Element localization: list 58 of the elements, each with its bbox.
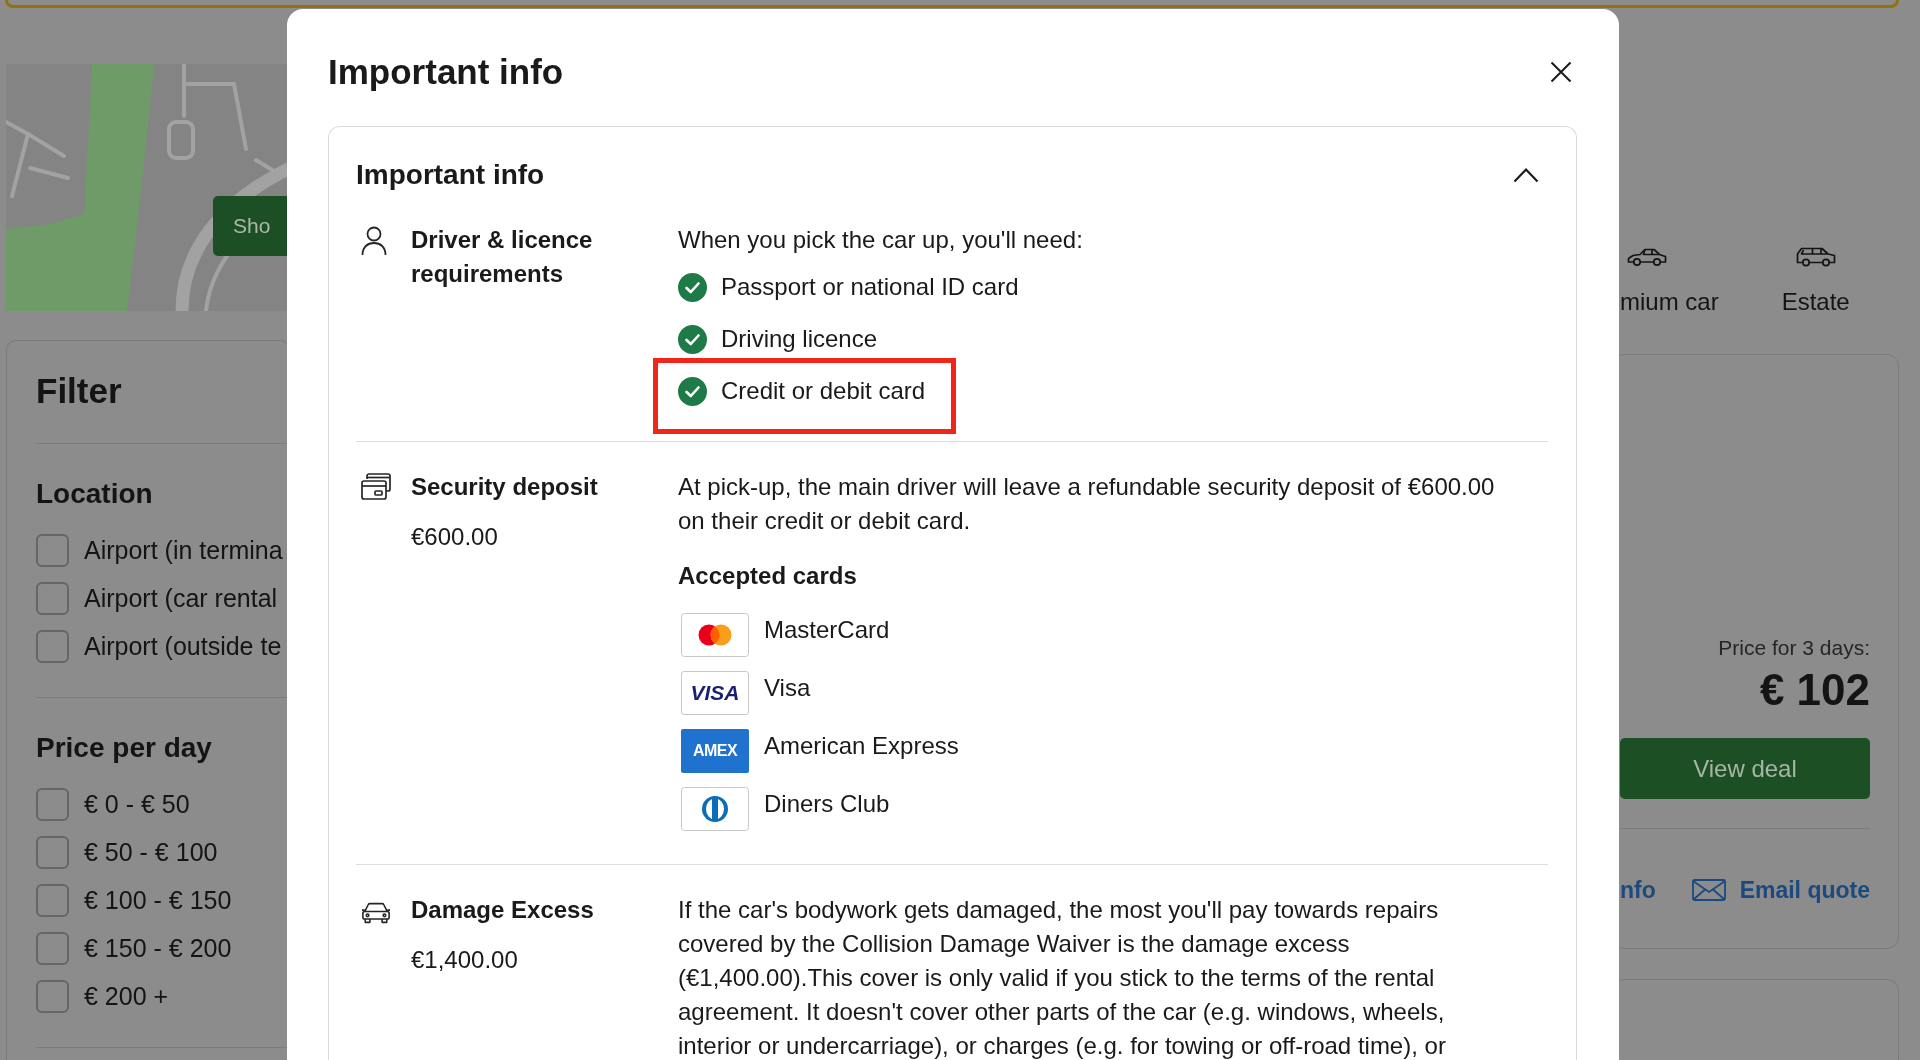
filter-group-title: Location: [36, 477, 153, 511]
checkbox[interactable]: [36, 979, 69, 1013]
checkbox[interactable]: [36, 629, 69, 663]
section-text: At pick-up, the main driver will leave a refundable security deposit of €600.00 on their credit or debit card.: [678, 472, 1496, 536]
modal-title: Important info: [328, 52, 564, 92]
price-caption: Price for 3 days:: [1717, 635, 1870, 661]
section-label: Damage Excess: [411, 895, 595, 925]
card-name: Visa: [764, 673, 811, 703]
checkbox[interactable]: [36, 835, 69, 869]
section-text: If the car's bodywork gets damaged, the most you'll pay towards repairs covered by the Collision Damage Waiver is the damage excess (€1,400.00).This cover is only valid if you stick to the terms of the rental agreement. It doesn't cover other parts of the car (e.g. windows, wheels, interior or undercarriage), or charges (e.g. for towing or off-road time), or: [678, 895, 1447, 1060]
section-label: Security deposit: [411, 472, 599, 502]
card-name: Diners Club: [764, 789, 890, 819]
card-logo: AMEX: [681, 729, 749, 773]
price-text: € 102: [1758, 665, 1870, 715]
requirement-text: Passport or national ID card: [721, 272, 1019, 302]
filter-title: Filter: [36, 370, 122, 412]
check-circle-icon: [678, 376, 707, 406]
checkbox[interactable]: [36, 581, 69, 615]
check-circle-icon: [678, 272, 707, 302]
checkbox[interactable]: [36, 787, 69, 821]
filter-group-title: Price per day: [36, 731, 212, 765]
car-type-button[interactable]: mium car: [1612, 246, 1719, 316]
estate-car-icon: [1794, 246, 1837, 268]
option-label[interactable]: € 0 - € 50: [84, 787, 190, 821]
section-value: €600.00: [411, 522, 498, 552]
option-label[interactable]: € 100 - € 150: [84, 883, 232, 917]
check-circle-icon: [678, 324, 707, 354]
card-logo-icon: [681, 613, 749, 657]
checkbox[interactable]: [36, 883, 69, 917]
view-deal-button[interactable]: View deal: [1620, 738, 1870, 799]
option-label[interactable]: Airport (outside te: [84, 629, 282, 663]
section-title: Important info: [356, 158, 545, 192]
requirements-intro: When you pick the car up, you'll need:: [678, 225, 1084, 255]
card-name: American Express: [764, 731, 959, 761]
requirement-text: Driving licence: [721, 324, 878, 354]
option-label[interactable]: € 150 - € 200: [84, 931, 232, 965]
card-name: MasterCard: [764, 615, 890, 645]
requirement-text: Credit or debit card: [721, 376, 926, 406]
section-value: €1,400.00: [411, 945, 518, 975]
option-label[interactable]: Airport (car rental: [84, 581, 278, 615]
person-icon: [361, 226, 387, 256]
accepted-cards-title: Accepted cards: [678, 561, 857, 591]
checkbox[interactable]: [36, 533, 69, 567]
car-side-icon: [1626, 246, 1668, 268]
envelope-icon: [1691, 879, 1726, 901]
card-logo-icon: [681, 787, 749, 831]
checkbox[interactable]: [36, 931, 69, 965]
map-button[interactable]: Sho: [213, 196, 290, 256]
credit-cards-icon: [361, 473, 391, 500]
car-type-button[interactable]: Estate: [1770, 246, 1861, 316]
close-icon[interactable]: [1550, 61, 1572, 83]
chevron-up-icon[interactable]: [1513, 167, 1539, 183]
option-label[interactable]: Airport (in termina: [84, 533, 283, 567]
section-label: Driver & licence requirements: [411, 225, 594, 289]
car-front-icon: [361, 901, 391, 924]
option-label[interactable]: € 50 - € 100: [84, 835, 218, 869]
card-logo: VISA: [681, 671, 749, 715]
option-label[interactable]: € 200 +: [84, 979, 169, 1013]
